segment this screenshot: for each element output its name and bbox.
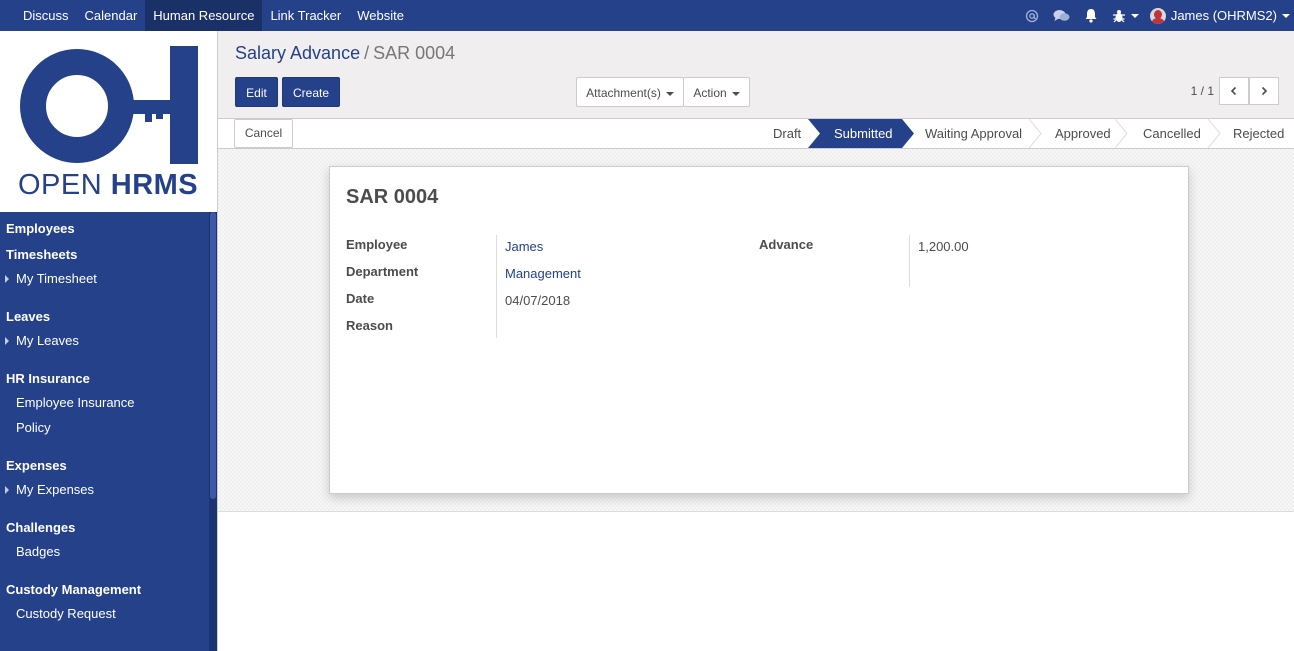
at-icon[interactable]	[1025, 0, 1039, 31]
sidebar-section-timesheets[interactable]: Timesheets	[6, 247, 77, 262]
stage-rejected[interactable]: Rejected	[1233, 119, 1288, 148]
pager-value: 1 / 1	[1190, 84, 1214, 98]
form-sheet: SAR 0004 Employee Department Date Reason…	[329, 166, 1189, 494]
chevron-left-icon	[1230, 86, 1237, 96]
logo-text: OPEN HRMS	[18, 169, 199, 201]
attachments-label: Attachment(s)	[586, 86, 661, 100]
top-navbar: Discuss Calendar Human Resource Link Tra…	[0, 0, 1294, 31]
bell-icon[interactable]	[1084, 0, 1098, 31]
sidebar-section-challenges[interactable]: Challenges	[6, 520, 75, 535]
sidebar: OPEN HRMS Employees Timesheets My Timesh…	[0, 31, 217, 651]
avatar	[1149, 7, 1166, 24]
user-name: James (OHRMS2)	[1170, 8, 1277, 23]
pager-next-button[interactable]	[1249, 77, 1279, 105]
chevron-down-icon	[665, 91, 674, 96]
department-value[interactable]: Management	[505, 266, 581, 281]
sidebar-section-leaves[interactable]: Leaves	[6, 309, 50, 324]
stage-approved[interactable]: Approved	[1055, 119, 1115, 148]
sidebar-section-expenses[interactable]: Expenses	[6, 458, 67, 473]
breadcrumb-separator: /	[364, 43, 370, 63]
breadcrumb-current: SAR 0004	[373, 43, 456, 63]
bug-icon[interactable]	[1112, 0, 1139, 31]
systray: James (OHRMS2)	[1018, 0, 1290, 31]
date-value: 04/07/2018	[505, 293, 571, 308]
edit-button[interactable]: Edit	[235, 77, 278, 107]
caret-right-icon	[5, 337, 9, 345]
department-label: Department	[346, 264, 419, 279]
stage-waiting-approval[interactable]: Waiting Approval	[925, 119, 1029, 148]
advance-label: Advance	[759, 237, 814, 252]
app-menu: Discuss Calendar Human Resource Link Tra…	[15, 0, 412, 31]
action-label: Action	[693, 86, 727, 100]
stage-arrow-icon	[902, 119, 914, 148]
sidebar-item-employee-insurance[interactable]: Employee Insurance	[16, 395, 135, 410]
breadcrumb-parent[interactable]: Salary Advance	[235, 43, 360, 63]
scrollbar-thumb[interactable]	[210, 212, 216, 499]
chevron-down-icon	[731, 91, 740, 96]
action-dropdown[interactable]: Action	[683, 77, 750, 107]
control-panel: Salary Advance / SAR 0004 Edit Create Atta…	[217, 31, 1294, 118]
user-menu[interactable]: James (OHRMS2)	[1149, 0, 1290, 31]
stage-arrow-icon	[1115, 119, 1128, 148]
pager-previous-button[interactable]	[1219, 77, 1249, 105]
date-label: Date	[346, 291, 375, 306]
sidebar-scrollbar[interactable]	[209, 212, 217, 651]
sidebar-section-custody-management[interactable]: Custody Management	[6, 582, 141, 597]
sidebar-item-custody-request[interactable]: Custody Request	[16, 606, 116, 621]
stage-cancelled[interactable]: Cancelled	[1143, 119, 1209, 148]
create-button[interactable]: Create	[282, 77, 340, 107]
content-footer-area	[217, 512, 1294, 651]
logo-mark-icon	[20, 46, 198, 164]
sidebar-item-badges[interactable]: Badges	[16, 544, 60, 559]
chevron-down-icon	[1282, 13, 1290, 18]
stage-arrow-icon	[1029, 119, 1042, 148]
menu-discuss[interactable]: Discuss	[15, 0, 77, 31]
menu-human-resource[interactable]: Human Resource	[145, 0, 263, 31]
status-bar: Cancel Draft Submitted Waiting Approval …	[217, 118, 1294, 149]
cancel-button[interactable]: Cancel	[234, 119, 293, 148]
attachments-dropdown[interactable]: Attachment(s)	[576, 77, 684, 107]
menu-calendar[interactable]: Calendar	[77, 0, 146, 31]
field-divider	[909, 235, 910, 287]
caret-right-icon	[5, 275, 9, 283]
stage-arrow-icon	[808, 119, 822, 148]
field-divider	[496, 235, 497, 338]
company-logo[interactable]: OPEN HRMS	[0, 31, 217, 212]
chat-icon[interactable]	[1053, 0, 1070, 31]
sidebar-item-policy[interactable]: Policy	[16, 420, 51, 435]
sidebar-section-hr-insurance[interactable]: HR Insurance	[6, 371, 90, 386]
stage-draft[interactable]: Draft	[773, 119, 811, 148]
sidebar-item-my-timesheet[interactable]: My Timesheet	[16, 271, 97, 286]
menu-website[interactable]: Website	[349, 0, 412, 31]
sidebar-item-my-expenses[interactable]: My Expenses	[16, 482, 94, 497]
record-title: SAR 0004	[346, 186, 439, 208]
sidebar-item-my-leaves[interactable]: My Leaves	[16, 333, 79, 348]
stage-arrow-icon	[1208, 119, 1221, 148]
chevron-down-icon	[1130, 13, 1139, 18]
employee-label: Employee	[346, 237, 408, 252]
chevron-right-icon	[1261, 86, 1268, 96]
advance-value: 1,200.00	[918, 239, 969, 254]
reason-label: Reason	[346, 318, 393, 333]
stage-submitted[interactable]: Submitted	[820, 119, 902, 148]
menu-link-tracker[interactable]: Link Tracker	[262, 0, 349, 31]
employee-value[interactable]: James	[505, 239, 543, 254]
sidebar-section-employees[interactable]: Employees	[6, 221, 75, 236]
breadcrumb: Salary Advance / SAR 0004	[235, 43, 455, 64]
caret-right-icon	[5, 486, 9, 494]
